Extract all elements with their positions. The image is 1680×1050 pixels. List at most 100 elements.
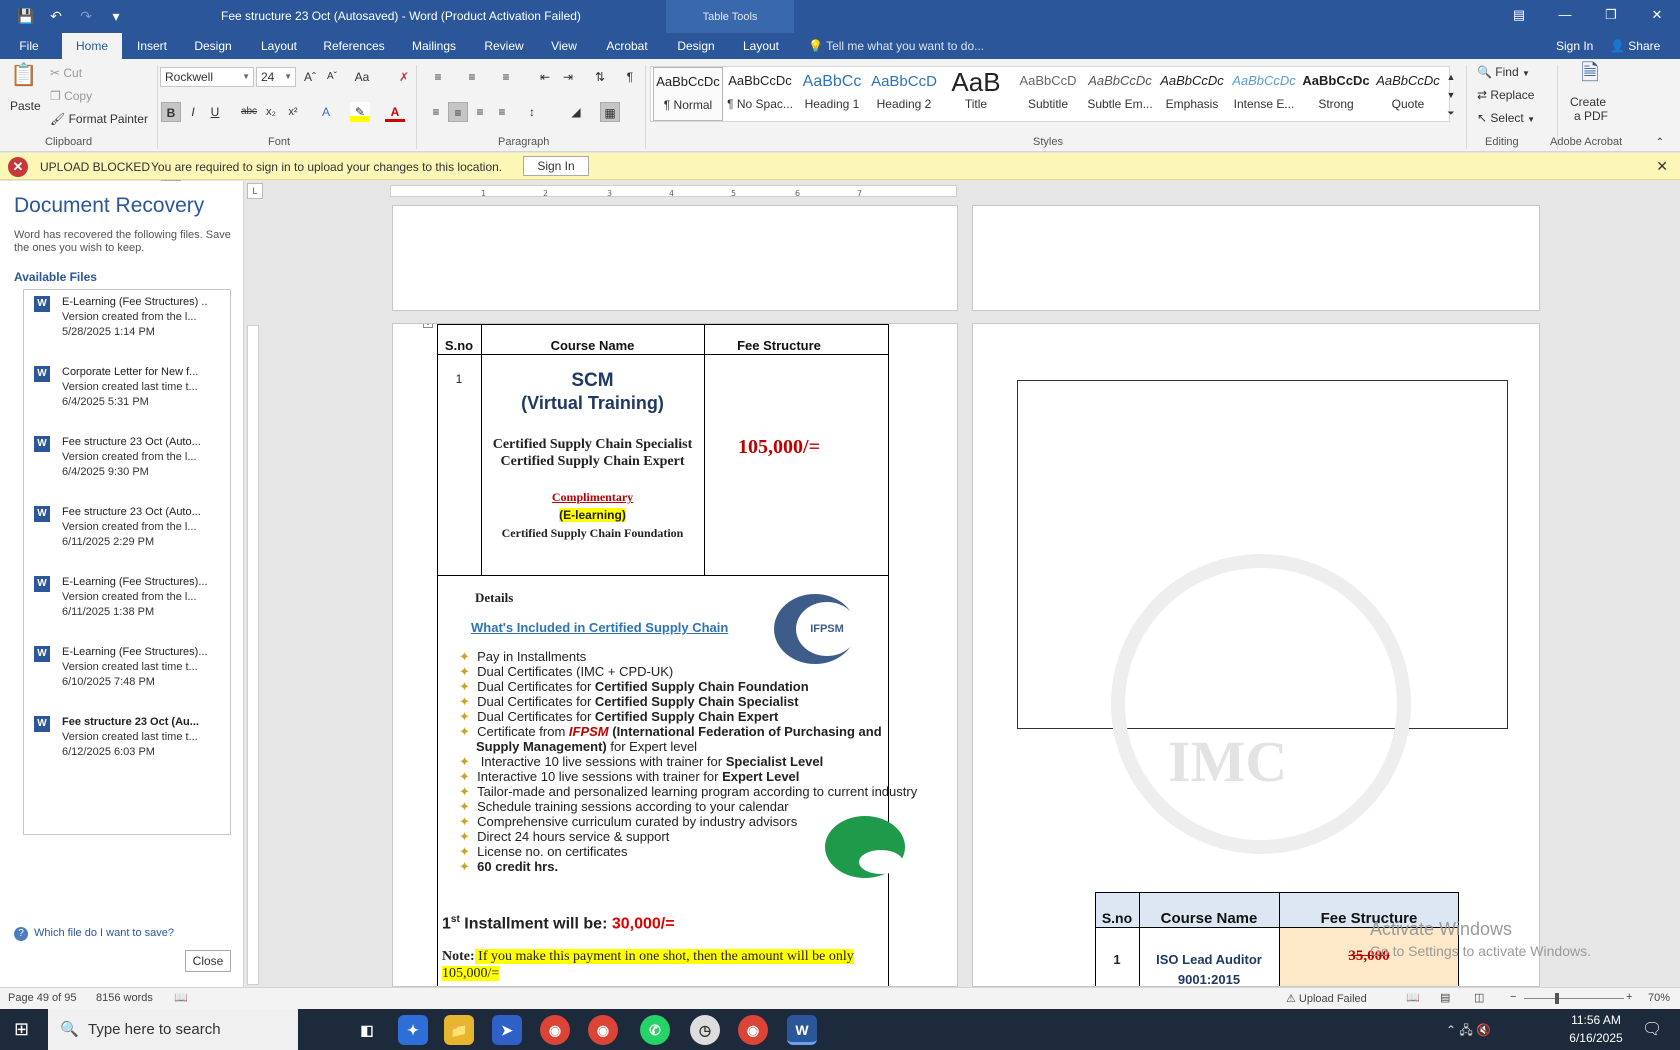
save-icon[interactable]: 💾 [16, 6, 36, 26]
tab-selector[interactable]: L [247, 183, 263, 199]
paste-button[interactable]: Paste [10, 99, 41, 113]
page-count[interactable]: Page 49 of 95 [8, 992, 77, 1004]
zoom-level[interactable]: 70% [1648, 992, 1670, 1004]
font-color-icon[interactable]: A [385, 102, 405, 122]
vertical-ruler[interactable] [247, 325, 259, 985]
align-center-icon[interactable]: ≡ [448, 102, 468, 122]
tab-table-layout[interactable]: Layout [736, 33, 786, 59]
zoom-in-icon[interactable]: + [1626, 991, 1632, 1003]
strikethrough-button[interactable]: abc [239, 102, 259, 122]
font-size-combo[interactable]: 24 ▼ [256, 67, 296, 87]
share-button[interactable]: 👤 Share [1610, 39, 1660, 53]
format-painter-button[interactable]: 🖌 Format Painter [50, 112, 148, 126]
proofing-icon[interactable]: 📖 [174, 991, 188, 1004]
line-spacing-icon[interactable]: ↕ [522, 102, 542, 122]
replace-button[interactable]: ⇄ Replace [1477, 88, 1534, 102]
style-emphasis[interactable]: AaBbCcDc Emphasis [1157, 67, 1227, 121]
recovered-file[interactable]: W Fee structure 23 Oct (Auto... Version … [34, 434, 224, 494]
fee-amount[interactable]: 105,000/= [704, 436, 854, 459]
tab-review[interactable]: Review [480, 33, 528, 59]
find-button[interactable]: 🔍 Find ▼ [1477, 65, 1530, 79]
cut-button[interactable]: ✂ Cut [50, 66, 82, 80]
tab-insert[interactable]: Insert [130, 33, 174, 59]
message-sign-in-button[interactable]: Sign In [523, 156, 589, 176]
italic-button[interactable]: I [183, 102, 203, 122]
change-case-icon[interactable]: Aa [352, 67, 372, 87]
decrease-indent-icon[interactable]: ⇤ [535, 67, 555, 87]
whatsapp-icon[interactable]: ✆ [640, 1015, 670, 1045]
style-quote[interactable]: AaBbCcDc Quote [1373, 67, 1443, 121]
show-formatting-icon[interactable]: ¶ [620, 67, 640, 87]
recovered-file[interactable]: W Fee structure 23 Oct (Au... Version cr… [34, 714, 224, 774]
subscript-button[interactable]: x₂ [261, 102, 281, 122]
clear-formatting-icon[interactable]: ✗ [394, 67, 414, 87]
customize-qat-icon[interactable]: ▾ [106, 6, 126, 26]
tab-acrobat[interactable]: Acrobat [600, 33, 654, 59]
create-pdf-icon[interactable]: 🗎 [1575, 62, 1605, 93]
align-left-icon[interactable]: ≡ [426, 102, 446, 122]
paste-icon[interactable]: 📋 [10, 64, 38, 95]
chrome-icon[interactable]: ◉ [738, 1015, 768, 1045]
web-layout-icon[interactable]: ◫ [1474, 991, 1484, 1004]
recovered-file[interactable]: W E-Learning (Fee Structures)... Version… [34, 574, 224, 634]
close-window-button[interactable]: ✕ [1634, 0, 1680, 30]
numbering-icon[interactable]: ≡ [462, 67, 482, 87]
zoom-slider-thumb[interactable] [1555, 993, 1559, 1004]
style-no-spacing[interactable]: AaBbCcDc ¶ No Spac... [725, 67, 795, 121]
file-explorer-icon[interactable]: 📁 [444, 1015, 474, 1045]
taskbar-search[interactable]: 🔍 Type here to search [48, 1009, 298, 1050]
tab-view[interactable]: View [546, 33, 582, 59]
chrome-icon[interactable]: ◉ [540, 1015, 570, 1045]
underline-button[interactable]: U [205, 102, 225, 122]
table-move-handle-icon[interactable]: ✥ [423, 324, 433, 328]
tab-mailings[interactable]: Mailings [406, 33, 462, 59]
sign-in-link[interactable]: Sign In [1556, 39, 1593, 53]
style-intense-emphasis[interactable]: AaBbCcDc Intense E... [1229, 67, 1299, 121]
clock-date[interactable]: 6/16/2025 [1566, 1031, 1626, 1045]
highlight-icon[interactable]: ✎ [350, 102, 370, 122]
clock-app-icon[interactable]: ◷ [690, 1015, 720, 1045]
multilevel-list-icon[interactable]: ≡ [496, 67, 516, 87]
tab-table-design[interactable]: Design [672, 33, 720, 59]
select-button[interactable]: ↖ Select ▼ [1477, 111, 1535, 125]
tray-icons[interactable]: ⌃ 🖧 🔇 [1446, 1021, 1491, 1042]
recovered-file[interactable]: W E-Learning (Fee Structures)... Version… [34, 644, 224, 704]
word-count[interactable]: 8156 words [96, 992, 153, 1004]
style-heading-1[interactable]: AaBbCc Heading 1 [797, 67, 867, 121]
zoom-out-icon[interactable]: − [1510, 991, 1516, 1003]
style-strong[interactable]: AaBbCcDc Strong [1301, 67, 1371, 121]
bold-button[interactable]: B [161, 102, 181, 122]
which-file-help-link[interactable]: ? Which file do I want to save? [14, 927, 174, 941]
style-subtle-emphasis[interactable]: AaBbCcDc Subtle Em... [1085, 67, 1155, 121]
recovered-file[interactable]: W Corporate Letter for New f... Version … [34, 364, 224, 424]
shrink-font-icon[interactable]: Aˇ [322, 67, 342, 87]
windows-start-icon[interactable]: ⊞ [14, 1019, 29, 1040]
restore-button[interactable]: ❐ [1588, 0, 1634, 30]
notifications-icon[interactable]: 🗨 [1642, 1019, 1662, 1039]
minimize-button[interactable]: — [1542, 0, 1588, 30]
style-normal[interactable]: AaBbCcDc ¶ Normal [653, 67, 723, 121]
sort-icon[interactable]: ⇅ [590, 67, 610, 87]
font-name-combo[interactable]: Rockwell ▼ [160, 67, 254, 87]
ribbon-display-options-icon[interactable]: ▤ [1496, 0, 1542, 30]
gallery-more-icon[interactable]: ⏷ [1444, 103, 1458, 123]
task-view-icon[interactable]: ◧ [352, 1015, 382, 1045]
justify-icon[interactable]: ≡ [492, 102, 512, 122]
align-right-icon[interactable]: ≡ [470, 102, 490, 122]
borders-icon[interactable]: ▦ [600, 102, 620, 122]
create-pdf-button[interactable]: Create [1570, 95, 1606, 109]
shading-icon[interactable]: ◢ [566, 102, 586, 122]
grow-font-icon[interactable]: Aˆ [300, 67, 320, 87]
clock-time[interactable]: 11:56 AM [1566, 1013, 1626, 1027]
collapse-ribbon-icon[interactable]: ⌃ [1652, 133, 1668, 153]
tab-file[interactable]: File [8, 33, 50, 59]
style-title[interactable]: AaB Title [941, 67, 1011, 121]
horizontal-ruler[interactable]: 1 2 3 4 5 6 7 [390, 185, 957, 198]
increase-indent-icon[interactable]: ⇥ [558, 67, 578, 87]
gallery-up-icon[interactable]: ▲ [1444, 67, 1458, 87]
zoom-slider[interactable] [1524, 998, 1624, 999]
redo-icon[interactable]: ↷ [76, 6, 96, 26]
chrome-icon[interactable]: ◉ [588, 1015, 618, 1045]
upload-status[interactable]: ⚠ Upload Failed [1286, 992, 1367, 1005]
style-heading-2[interactable]: AaBbCcD Heading 2 [869, 67, 939, 121]
